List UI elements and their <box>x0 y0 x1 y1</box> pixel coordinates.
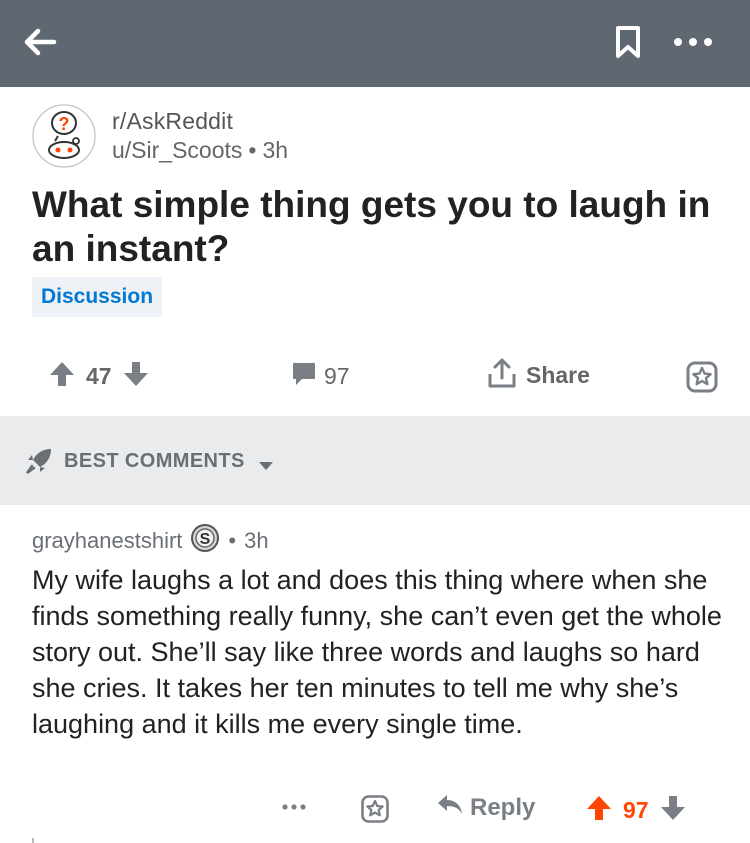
post-flair[interactable]: Discussion <box>32 277 163 317</box>
comment-meta: grayhanestshirt S • 3h <box>32 523 722 559</box>
comment-age: 3h <box>244 528 269 553</box>
post-score: 47 <box>86 363 112 389</box>
bookmark-icon[interactable] <box>606 20 650 64</box>
post-title[interactable]: What simple thing gets you to laugh in a… <box>32 183 722 271</box>
sort-label: BEST COMMENTS <box>64 450 245 472</box>
reply-label: Reply <box>470 793 536 821</box>
rocket-icon <box>24 446 54 481</box>
post-age: 3h <box>262 137 289 163</box>
subreddit-name[interactable]: r/AskReddit <box>112 108 233 135</box>
arrow-left-icon[interactable] <box>16 18 64 66</box>
thread-line <box>32 838 34 843</box>
comment-action-bar: Reply 97 <box>0 788 750 832</box>
upvote-icon[interactable] <box>585 794 613 827</box>
share-icon <box>486 356 518 395</box>
comments-button[interactable]: 97 <box>290 360 350 393</box>
silver-award-icon[interactable]: S <box>190 523 220 559</box>
chevron-down-icon <box>258 458 274 476</box>
upvote-icon[interactable] <box>48 360 76 393</box>
comment-bubble-icon <box>290 360 318 393</box>
comment-score: 97 <box>623 797 649 823</box>
comment-sort-bar[interactable]: BEST COMMENTS <box>0 416 750 505</box>
comment-author[interactable]: grayhanestshirt <box>32 528 182 554</box>
downvote-icon[interactable] <box>659 794 687 827</box>
svg-text:S: S <box>200 531 211 548</box>
post-author[interactable]: u/Sir_Scoots <box>112 137 242 163</box>
reply-button[interactable]: Reply <box>436 792 535 823</box>
more-horizontal-icon[interactable] <box>666 22 720 62</box>
share-button[interactable]: Share <box>486 356 590 395</box>
svg-text:?: ? <box>59 114 70 134</box>
top-app-bar <box>0 0 750 87</box>
post-meta: u/Sir_Scoots • 3h <box>112 137 288 164</box>
downvote-icon[interactable] <box>122 360 150 393</box>
more-horizontal-icon[interactable] <box>281 798 307 816</box>
comments-count: 97 <box>324 363 350 389</box>
meta-separator: • <box>228 528 237 553</box>
award-icon[interactable] <box>360 794 390 829</box>
share-label: Share <box>526 362 590 388</box>
post-vote-group: 47 <box>48 360 150 393</box>
meta-separator: • <box>248 137 257 163</box>
comment-body[interactable]: My wife laughs a lot and does this thing… <box>32 562 722 742</box>
post-header: ? r/AskReddit u/Sir_Scoots • 3h <box>32 104 722 168</box>
award-button[interactable] <box>685 360 719 399</box>
comment: grayhanestshirt S • 3h My wife laughs a … <box>32 523 722 742</box>
post-action-bar: 47 97 Share <box>0 350 750 406</box>
reply-icon <box>436 792 464 823</box>
subreddit-avatar[interactable]: ? <box>32 104 96 168</box>
comment-vote-group: 97 <box>585 794 687 827</box>
